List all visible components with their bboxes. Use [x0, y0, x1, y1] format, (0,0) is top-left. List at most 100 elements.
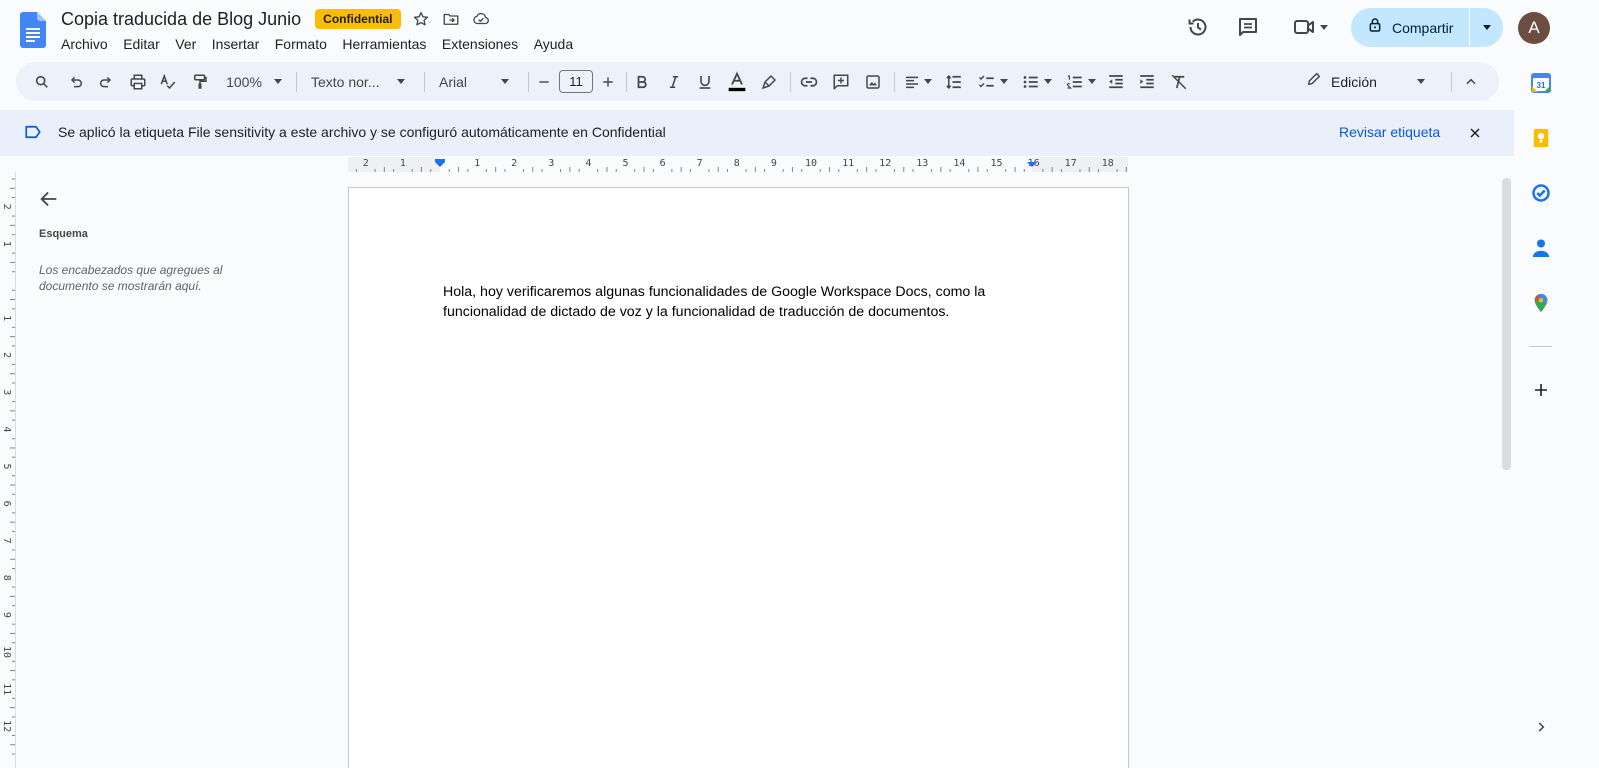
- keep-icon[interactable]: [1530, 127, 1552, 149]
- comment-icon[interactable]: [1235, 14, 1261, 40]
- maps-icon[interactable]: [1530, 292, 1552, 314]
- print-icon[interactable]: [126, 62, 150, 101]
- ruler-label: 13: [916, 158, 928, 169]
- decrease-font-size-button[interactable]: [534, 62, 554, 101]
- back-arrow-icon[interactable]: [38, 188, 60, 210]
- move-folder-icon[interactable]: [441, 9, 461, 29]
- document-page[interactable]: Hola, hoy verificaremos algunas funciona…: [348, 187, 1129, 768]
- toolbar-divider: [894, 72, 895, 92]
- spellcheck-icon[interactable]: [156, 62, 180, 101]
- indent-decrease-icon[interactable]: [1104, 62, 1128, 101]
- toolbar-divider: [528, 72, 529, 92]
- font-value: Arial: [439, 73, 468, 90]
- paint-format-icon[interactable]: [188, 62, 212, 101]
- calendar-day: 31: [1537, 81, 1546, 90]
- avatar[interactable]: A: [1518, 12, 1550, 44]
- menu-bar: Archivo Editar Ver Insertar Formato Herr…: [61, 35, 589, 53]
- indent-increase-icon[interactable]: [1135, 62, 1159, 101]
- review-label-link[interactable]: Revisar etiqueta: [1339, 124, 1440, 140]
- history-icon[interactable]: [1185, 14, 1211, 40]
- ruler-label: 5: [1, 463, 12, 469]
- toolbar-divider: [790, 72, 791, 92]
- add-comment-icon[interactable]: [829, 62, 853, 101]
- chevron-down-icon: [1000, 79, 1008, 84]
- font-size-input[interactable]: 11: [559, 70, 593, 93]
- outline-empty-hint: Los encabezados que agregues al document…: [39, 263, 223, 293]
- outline-title: Esquema: [39, 228, 88, 240]
- clear-format-icon[interactable]: [1167, 62, 1191, 101]
- undo-icon[interactable]: [64, 62, 88, 101]
- share-button[interactable]: Compartir: [1351, 8, 1503, 47]
- menu-extensiones[interactable]: Extensiones: [442, 35, 518, 53]
- share-label: Compartir: [1392, 19, 1454, 36]
- plus-icon[interactable]: [1530, 379, 1552, 401]
- zoom-select[interactable]: 100%: [222, 62, 286, 101]
- ruler-label: 2: [511, 158, 517, 169]
- star-icon[interactable]: [411, 9, 431, 29]
- font-select[interactable]: Arial: [436, 62, 518, 101]
- document-title[interactable]: Copia traducida de Blog Junio: [61, 9, 301, 30]
- ruler-label: 10: [805, 158, 817, 169]
- menu-insertar[interactable]: Insertar: [212, 35, 259, 53]
- contacts-icon[interactable]: [1530, 237, 1552, 259]
- ruler-label: 12: [1, 720, 12, 732]
- menu-ver[interactable]: Ver: [175, 35, 196, 53]
- editing-mode-select[interactable]: Edición: [1306, 62, 1436, 101]
- document-body-text[interactable]: Hola, hoy verificaremos algunas funciona…: [443, 283, 1043, 322]
- ruler-label: 6: [1, 501, 12, 507]
- ruler-label: 15: [990, 158, 1002, 169]
- menu-archivo[interactable]: Archivo: [61, 35, 108, 53]
- link-icon[interactable]: [797, 62, 821, 101]
- ruler-label: 8: [1, 575, 12, 581]
- menu-herramientas[interactable]: Herramientas: [342, 35, 426, 53]
- ruler-label: 10: [1, 646, 12, 658]
- chevron-up-icon[interactable]: [1459, 62, 1483, 101]
- cloud-saved-icon[interactable]: [471, 9, 491, 29]
- close-icon[interactable]: [1465, 123, 1485, 143]
- meet-icon[interactable]: [1288, 14, 1332, 40]
- ruler-label: 3: [1, 389, 12, 395]
- bullet-list-icon[interactable]: [1018, 62, 1056, 101]
- ruler-label: 1: [1, 241, 12, 247]
- checklist-icon[interactable]: [974, 62, 1012, 101]
- insert-image-icon[interactable]: [861, 62, 885, 101]
- chevron-down-icon: [1482, 25, 1491, 30]
- menu-ayuda[interactable]: Ayuda: [534, 35, 573, 53]
- horizontal-ruler[interactable]: 21123456789101112131415161718: [348, 157, 1128, 172]
- chevron-right-icon[interactable]: [1530, 716, 1552, 738]
- line-spacing-icon[interactable]: [942, 62, 966, 101]
- align-icon[interactable]: [900, 62, 936, 101]
- ruler-label: 18: [1102, 158, 1114, 169]
- side-panel: [1514, 62, 1599, 768]
- tasks-icon[interactable]: [1530, 182, 1552, 204]
- menu-formato[interactable]: Formato: [275, 35, 327, 53]
- vertical-ruler[interactable]: 21123456789101112: [0, 172, 15, 768]
- increase-font-size-button[interactable]: [598, 62, 618, 101]
- paragraph-style-select[interactable]: Texto nor...: [308, 62, 414, 101]
- ruler-label: 1: [1, 315, 12, 321]
- ruler-label: 11: [1, 683, 12, 695]
- numbered-list-icon[interactable]: [1062, 62, 1100, 101]
- bold-icon[interactable]: [630, 62, 654, 101]
- chevron-down-icon: [501, 79, 510, 84]
- search-icon[interactable]: [30, 62, 54, 101]
- docs-logo-icon[interactable]: [20, 12, 46, 48]
- underline-icon[interactable]: [693, 62, 717, 101]
- chevron-down-icon: [1416, 79, 1425, 84]
- ruler-label: 4: [1, 426, 12, 432]
- ruler-label: 5: [622, 158, 628, 169]
- highlight-icon[interactable]: [757, 62, 781, 101]
- sensitivity-badge[interactable]: Confidential: [315, 9, 401, 29]
- ruler-label: 2: [1, 204, 12, 210]
- toolbar-divider: [626, 72, 627, 92]
- menu-editar[interactable]: Editar: [123, 35, 160, 53]
- toolbar-divider: [296, 72, 297, 92]
- chevron-down-icon: [273, 79, 282, 84]
- scrollbar-thumb[interactable]: [1502, 178, 1511, 470]
- share-dropdown-button[interactable]: [1470, 8, 1503, 47]
- calendar-icon[interactable]: 31: [1530, 72, 1552, 94]
- text-color-icon[interactable]: [725, 62, 749, 101]
- redo-icon[interactable]: [94, 62, 118, 101]
- italic-icon[interactable]: [662, 62, 686, 101]
- share-main-button[interactable]: Compartir: [1351, 8, 1470, 47]
